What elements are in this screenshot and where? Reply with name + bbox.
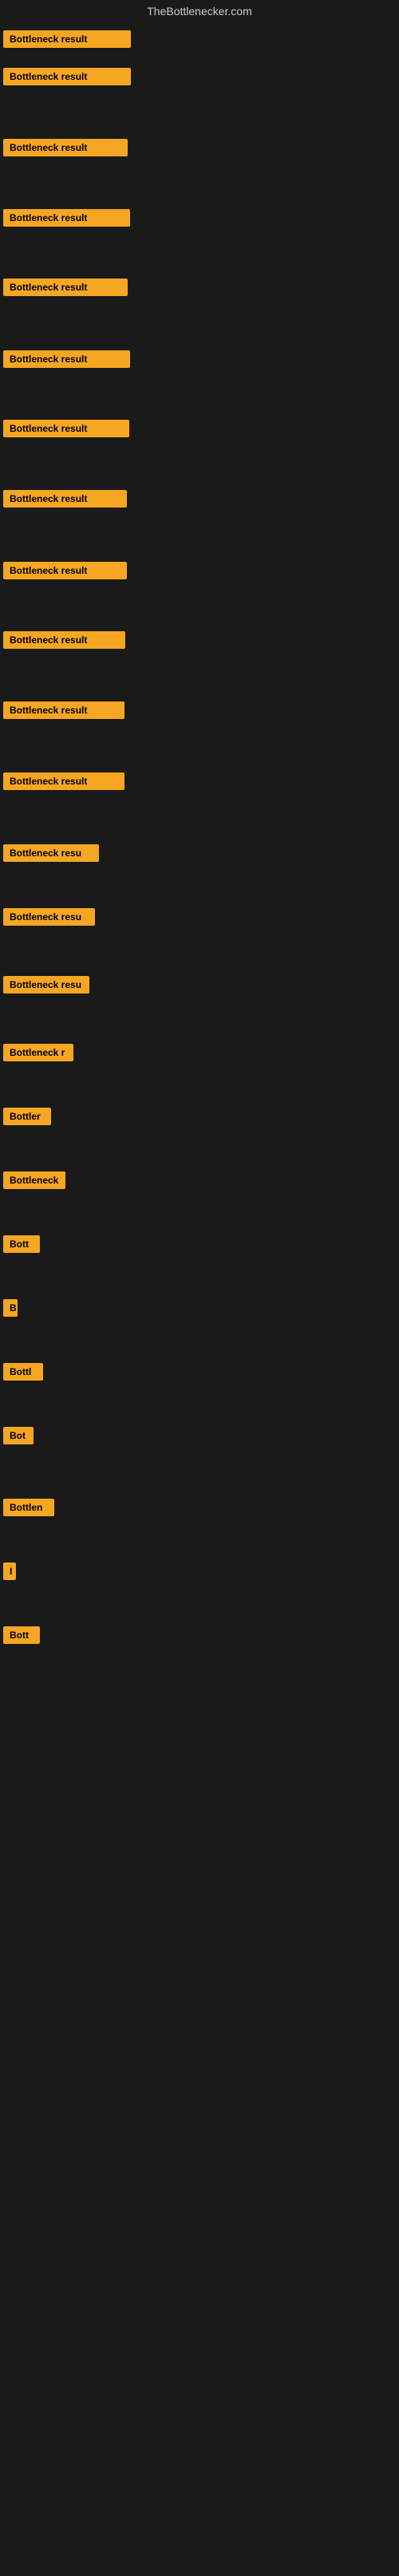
bottleneck-bar-20[interactable]: B bbox=[3, 1299, 18, 1317]
bottleneck-bar-18[interactable]: Bottleneck bbox=[3, 1171, 65, 1189]
bottleneck-bar-13[interactable]: Bottleneck resu bbox=[3, 844, 99, 862]
bottleneck-bar-7[interactable]: Bottleneck result bbox=[3, 420, 129, 437]
bottleneck-row-6: Bottleneck result bbox=[3, 350, 130, 372]
bottleneck-bar-11[interactable]: Bottleneck result bbox=[3, 701, 124, 719]
bottleneck-row-17: Bottler bbox=[3, 1108, 51, 1129]
bottleneck-bar-14[interactable]: Bottleneck resu bbox=[3, 908, 95, 926]
bottleneck-row-25: Bott bbox=[3, 1626, 40, 1648]
bottleneck-bar-9[interactable]: Bottleneck result bbox=[3, 562, 127, 579]
bottleneck-bar-23[interactable]: Bottlen bbox=[3, 1499, 54, 1516]
bottleneck-row-14: Bottleneck resu bbox=[3, 908, 95, 930]
bottleneck-bar-22[interactable]: Bot bbox=[3, 1427, 34, 1444]
bottleneck-row-24: I bbox=[3, 1563, 16, 1584]
bottleneck-row-20: B bbox=[3, 1299, 18, 1321]
bottleneck-row-2: Bottleneck result bbox=[3, 68, 131, 89]
bottleneck-row-7: Bottleneck result bbox=[3, 420, 129, 441]
bottleneck-row-10: Bottleneck result bbox=[3, 631, 125, 653]
bottleneck-bar-3[interactable]: Bottleneck result bbox=[3, 139, 128, 156]
bottleneck-bar-16[interactable]: Bottleneck r bbox=[3, 1044, 73, 1061]
bottleneck-row-13: Bottleneck resu bbox=[3, 844, 99, 866]
bottleneck-bar-17[interactable]: Bottler bbox=[3, 1108, 51, 1125]
bottleneck-bar-24[interactable]: I bbox=[3, 1563, 16, 1580]
bottleneck-row-11: Bottleneck result bbox=[3, 701, 124, 723]
bottleneck-row-12: Bottleneck result bbox=[3, 772, 124, 794]
bottleneck-bar-15[interactable]: Bottleneck resu bbox=[3, 976, 89, 994]
bottleneck-row-4: Bottleneck result bbox=[3, 209, 130, 231]
bottleneck-row-9: Bottleneck result bbox=[3, 562, 127, 583]
bottleneck-bar-4[interactable]: Bottleneck result bbox=[3, 209, 130, 227]
site-title: TheBottlenecker.com bbox=[0, 0, 399, 22]
bottleneck-row-22: Bot bbox=[3, 1427, 34, 1448]
bottleneck-row-21: Bottl bbox=[3, 1363, 43, 1385]
bottleneck-bar-2[interactable]: Bottleneck result bbox=[3, 68, 131, 85]
bottleneck-bar-10[interactable]: Bottleneck result bbox=[3, 631, 125, 649]
bottleneck-bar-21[interactable]: Bottl bbox=[3, 1363, 43, 1381]
bottleneck-bar-25[interactable]: Bott bbox=[3, 1626, 40, 1644]
bottleneck-bar-8[interactable]: Bottleneck result bbox=[3, 490, 127, 508]
bottleneck-row-1: Bottleneck result bbox=[3, 30, 131, 52]
bottleneck-bar-6[interactable]: Bottleneck result bbox=[3, 350, 130, 368]
bottleneck-row-18: Bottleneck bbox=[3, 1171, 65, 1193]
bottleneck-bar-12[interactable]: Bottleneck result bbox=[3, 772, 124, 790]
bottleneck-bar-19[interactable]: Bott bbox=[3, 1235, 40, 1253]
bottleneck-bar-5[interactable]: Bottleneck result bbox=[3, 279, 128, 296]
bottleneck-row-8: Bottleneck result bbox=[3, 490, 127, 512]
bottleneck-row-19: Bott bbox=[3, 1235, 40, 1257]
bottleneck-bar-1[interactable]: Bottleneck result bbox=[3, 30, 131, 48]
bottleneck-row-15: Bottleneck resu bbox=[3, 976, 89, 998]
bottleneck-row-23: Bottlen bbox=[3, 1499, 54, 1520]
bottleneck-row-16: Bottleneck r bbox=[3, 1044, 73, 1065]
bottleneck-row-3: Bottleneck result bbox=[3, 139, 128, 160]
bottleneck-row-5: Bottleneck result bbox=[3, 279, 128, 300]
